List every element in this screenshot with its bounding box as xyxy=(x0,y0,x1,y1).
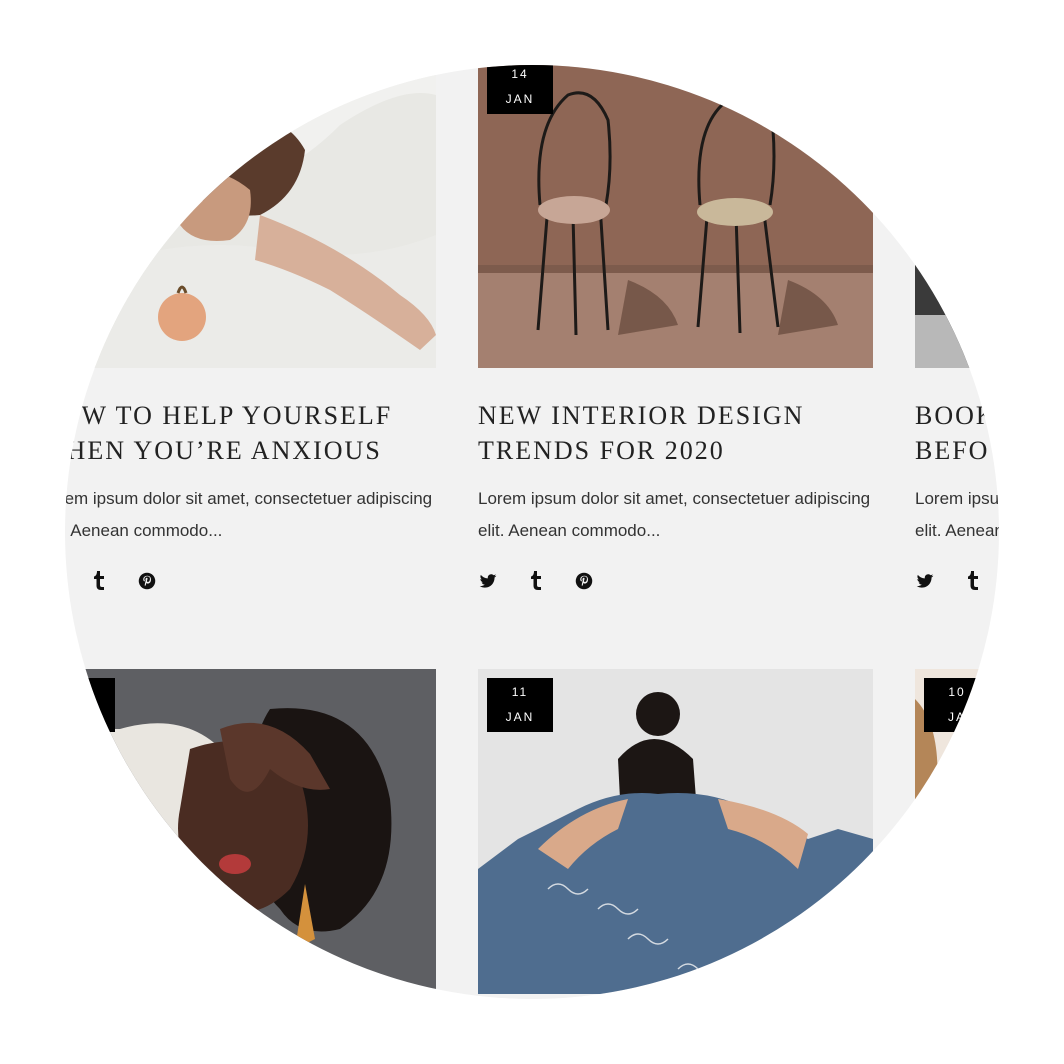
post-title[interactable]: BOOK BEFO xyxy=(915,398,997,468)
share-links xyxy=(914,570,984,592)
post-excerpt: Lorem ipsum dolor sit amet, consectetuer… xyxy=(65,489,433,540)
twitter-icon[interactable] xyxy=(477,570,499,592)
date-month: JAN xyxy=(505,92,535,106)
date-month: JAN xyxy=(505,710,535,724)
share-links xyxy=(477,570,595,592)
post-title-line: WHEN YOU’RE ANXIOUS xyxy=(65,436,382,465)
pinterest-icon[interactable] xyxy=(136,570,158,592)
pinterest-icon[interactable] xyxy=(573,570,595,592)
date-day: 10 xyxy=(948,685,966,699)
date-badge: 10 JA xyxy=(924,678,990,732)
post-title-line: TRENDS FOR 2020 xyxy=(478,436,725,465)
tumblr-icon[interactable] xyxy=(525,570,547,592)
post-title-line: BEFO xyxy=(915,436,990,465)
date-badge: 14 JAN xyxy=(487,65,553,114)
share-links xyxy=(65,570,158,592)
date-day: 14 xyxy=(511,67,529,81)
post-title[interactable]: HOW TO HELP YOURSELF WHEN YOU’RE ANXIOUS xyxy=(65,398,392,468)
post-title-line: BOOK xyxy=(915,401,997,430)
post-image-woman-bed[interactable] xyxy=(65,65,436,368)
post-photo xyxy=(915,65,999,368)
post-photo xyxy=(65,65,436,368)
post-excerpt: Lorem ipsum dolor sit amet, consectetuer… xyxy=(478,489,871,540)
post-photo xyxy=(65,669,436,999)
post-title-line: NEW INTERIOR DESIGN xyxy=(478,401,805,430)
circular-crop-frame: HOW TO HELP YOURSELF WHEN YOU’RE ANXIOUS… xyxy=(65,65,999,999)
post-image-woman-hand[interactable] xyxy=(65,669,436,999)
post-image-partial[interactable] xyxy=(915,65,999,368)
twitter-icon[interactable] xyxy=(914,570,936,592)
tumblr-icon[interactable] xyxy=(962,570,984,592)
date-badge: 11 JAN xyxy=(487,678,553,732)
date-month: JA xyxy=(947,710,966,724)
date-badge xyxy=(65,678,115,732)
post-title[interactable]: NEW INTERIOR DESIGN TRENDS FOR 2020 xyxy=(478,398,804,468)
post-excerpt: Lorem ipsum dolor sit amet, consectetuer… xyxy=(915,489,999,540)
post-title-line: HOW TO HELP YOURSELF xyxy=(65,401,393,430)
date-day: 11 xyxy=(511,685,529,699)
tumblr-icon[interactable] xyxy=(88,570,110,592)
